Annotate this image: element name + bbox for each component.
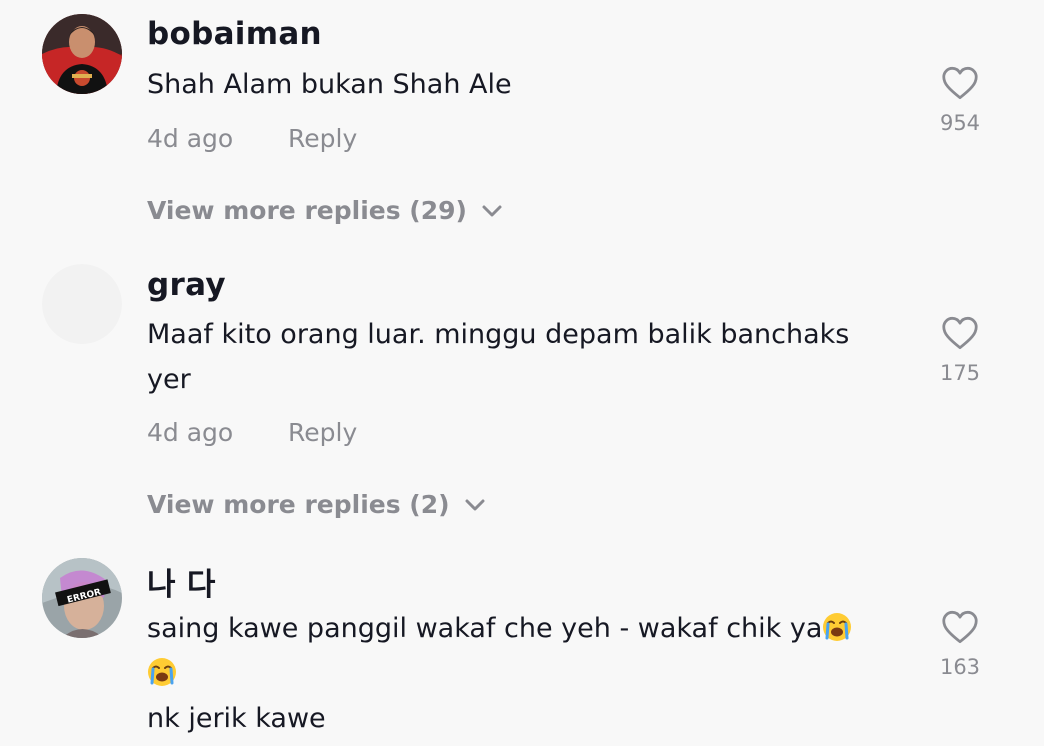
avatar[interactable]: [42, 14, 122, 94]
like-count: 175: [939, 361, 981, 385]
like-button[interactable]: 175: [920, 316, 1000, 385]
comment-text-segment: saing kawe panggil wakaf che yeh - wakaf…: [147, 613, 823, 644]
view-more-replies-button[interactable]: View more replies (29): [147, 196, 503, 225]
like-button[interactable]: 954: [920, 66, 1000, 135]
loudly-crying-face-emoji: [148, 658, 176, 686]
comment-text-line: Shah Alam bukan Shah Ale: [147, 69, 512, 100]
heart-outline-icon: [942, 316, 978, 350]
like-count: 163: [939, 655, 981, 679]
comment-text: saing kawe panggil wakaf che yeh - wakaf…: [147, 606, 907, 741]
view-more-replies-label: View more replies (2): [147, 490, 450, 519]
like-count: 954: [939, 111, 981, 135]
comment-username[interactable]: 나 다: [147, 559, 216, 604]
heart-outline-icon: [942, 610, 978, 644]
comment-text-line: [147, 651, 907, 696]
loudly-crying-face-emoji: [823, 613, 852, 641]
comment-text-line: saing kawe panggil wakaf che yeh - wakaf…: [147, 606, 907, 651]
comment-username[interactable]: bobaiman: [147, 16, 322, 52]
comment-text: Shah Alam bukan Shah Ale: [147, 62, 907, 107]
reply-button[interactable]: Reply: [288, 418, 357, 447]
comment-username[interactable]: gray: [147, 267, 226, 303]
chevron-down-icon: [465, 499, 485, 510]
comment-timestamp: 4d ago: [147, 418, 234, 447]
comment-list: bobaiman Shah Alam bukan Shah Ale 4d ago…: [0, 0, 1044, 746]
comment-text-line: nk jerik kawe: [147, 703, 326, 734]
avatar[interactable]: [42, 264, 122, 344]
reply-button[interactable]: Reply: [288, 124, 357, 153]
chevron-down-icon: [482, 205, 502, 216]
view-more-replies-button[interactable]: View more replies (2): [147, 490, 486, 519]
like-button[interactable]: 163: [920, 610, 1000, 679]
comment-text-line: yer: [147, 364, 191, 395]
view-more-replies-label: View more replies (29): [147, 196, 467, 225]
heart-outline-icon: [942, 66, 978, 100]
avatar[interactable]: ERROR: [42, 558, 122, 638]
comment-timestamp: 4d ago: [147, 124, 234, 153]
comment-text-line: Maaf kito orang luar. minggu depam balik…: [147, 319, 850, 350]
comment-text: Maaf kito orang luar. minggu depam balik…: [147, 312, 907, 402]
